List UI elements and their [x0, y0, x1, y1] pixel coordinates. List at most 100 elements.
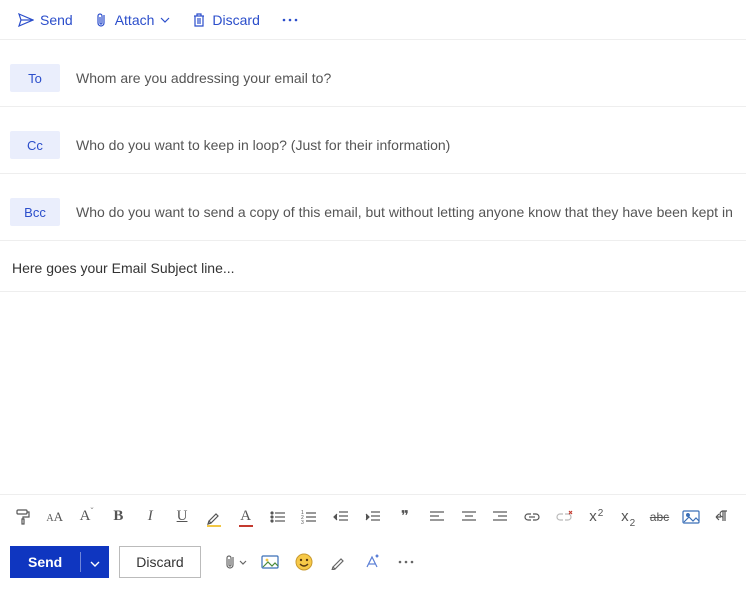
font-color-button[interactable]: A	[231, 502, 261, 532]
align-right-button[interactable]	[485, 502, 515, 532]
toolbar-attach-button[interactable]: Attach	[87, 8, 179, 32]
font-color-swatch	[239, 525, 253, 527]
cc-pill[interactable]: Cc	[10, 131, 60, 159]
font-size-button[interactable]: A˘	[72, 502, 102, 532]
send-button[interactable]: Send	[10, 546, 80, 578]
email-body[interactable]	[0, 292, 746, 494]
svg-text:3: 3	[301, 520, 304, 524]
send-button-label: Send	[28, 554, 62, 570]
toolbar-send-button[interactable]: Send	[10, 8, 81, 32]
align-left-button[interactable]	[422, 502, 452, 532]
font-size-label: A˘	[80, 508, 94, 525]
cc-input[interactable]	[74, 136, 736, 154]
format-toolbar: AA A˘ B I U A	[0, 494, 746, 538]
underline-label: U	[177, 508, 188, 525]
attach-icon	[95, 12, 109, 28]
trash-icon	[192, 12, 206, 28]
underline-button[interactable]: U	[167, 502, 197, 532]
quote-button[interactable]: ❞	[390, 502, 420, 532]
align-right-icon	[492, 510, 508, 524]
send-split-button: Send	[10, 546, 109, 578]
bold-button[interactable]: B	[103, 502, 133, 532]
highlight-color-button[interactable]	[199, 502, 229, 532]
outdent-icon	[333, 510, 349, 524]
bottom-quick-actions	[223, 549, 419, 575]
link-icon	[523, 511, 541, 523]
to-input[interactable]	[74, 69, 736, 87]
unlink-icon	[555, 510, 573, 524]
to-label: To	[28, 71, 42, 86]
discard-button[interactable]: Discard	[119, 546, 200, 578]
chevron-down-icon	[160, 17, 170, 23]
to-pill[interactable]: To	[10, 64, 60, 92]
pen-icon	[330, 554, 346, 570]
subscript-button[interactable]: x2	[613, 502, 643, 532]
send-bar: Send Discard	[0, 538, 746, 590]
bcc-row: Bcc	[0, 184, 746, 241]
more-actions-button[interactable]	[393, 549, 419, 575]
to-row: To	[0, 50, 746, 107]
attach-icon	[225, 554, 237, 570]
text-direction-button[interactable]	[708, 502, 738, 532]
send-options-button[interactable]	[81, 546, 109, 578]
remove-link-button[interactable]	[549, 502, 579, 532]
send-icon	[18, 13, 34, 27]
highlight-swatch	[207, 525, 221, 527]
toolbar-discard-label: Discard	[212, 12, 259, 28]
bcc-pill[interactable]: Bcc	[10, 198, 60, 226]
superscript-button[interactable]: x2	[581, 502, 611, 532]
superscript-label: x2	[589, 508, 602, 525]
attach-file-button[interactable]	[223, 549, 249, 575]
subscript-label: x2	[621, 508, 634, 525]
insert-picture-button[interactable]	[257, 549, 283, 575]
increase-indent-button[interactable]	[358, 502, 388, 532]
font-family-label: AA	[46, 509, 63, 525]
numbered-list-icon: 1 2 3	[301, 510, 317, 524]
subject-row	[0, 245, 746, 292]
cc-label: Cc	[27, 138, 43, 153]
toolbar-attach-label: Attach	[115, 12, 155, 28]
bullet-list-icon	[270, 510, 286, 524]
show-formatting-button[interactable]	[359, 549, 385, 575]
bcc-input[interactable]	[74, 203, 736, 221]
compose-toolbar: Send Attach Discard	[0, 0, 746, 40]
indent-icon	[365, 510, 381, 524]
subject-input[interactable]	[10, 259, 736, 277]
ellipsis-icon	[282, 18, 298, 22]
text-effects-icon	[364, 554, 380, 570]
bold-label: B	[113, 508, 123, 525]
insert-image-button[interactable]	[676, 502, 706, 532]
picture-icon	[261, 555, 279, 569]
chevron-down-icon	[90, 554, 100, 570]
toolbar-send-label: Send	[40, 12, 73, 28]
discard-button-label: Discard	[136, 554, 183, 570]
align-center-button[interactable]	[454, 502, 484, 532]
font-color-label: A	[240, 508, 251, 525]
emoji-icon	[295, 553, 313, 571]
ellipsis-icon	[398, 560, 414, 564]
bullet-list-button[interactable]	[263, 502, 293, 532]
numbered-list-button[interactable]: 1 2 3	[294, 502, 324, 532]
font-family-button[interactable]: AA	[40, 502, 70, 532]
italic-button[interactable]: I	[135, 502, 165, 532]
decrease-indent-button[interactable]	[326, 502, 356, 532]
strikethrough-label: abc	[650, 510, 669, 524]
strikethrough-button[interactable]: abc	[645, 502, 675, 532]
align-left-icon	[429, 510, 445, 524]
quote-icon: ❞	[401, 507, 409, 526]
image-icon	[682, 510, 700, 524]
italic-label: I	[148, 508, 153, 525]
insert-emoji-button[interactable]	[291, 549, 317, 575]
toolbar-more-button[interactable]	[274, 14, 306, 26]
align-center-icon	[461, 510, 477, 524]
paint-roller-icon	[14, 508, 32, 526]
insert-signature-button[interactable]	[325, 549, 351, 575]
bcc-label: Bcc	[24, 205, 46, 220]
toolbar-discard-button[interactable]: Discard	[184, 8, 267, 32]
chevron-down-icon	[239, 560, 247, 565]
highlighter-icon	[206, 509, 222, 525]
cc-row: Cc	[0, 117, 746, 174]
insert-link-button[interactable]	[517, 502, 547, 532]
format-painter-button[interactable]	[8, 502, 38, 532]
pilcrow-rtl-icon	[714, 509, 732, 525]
